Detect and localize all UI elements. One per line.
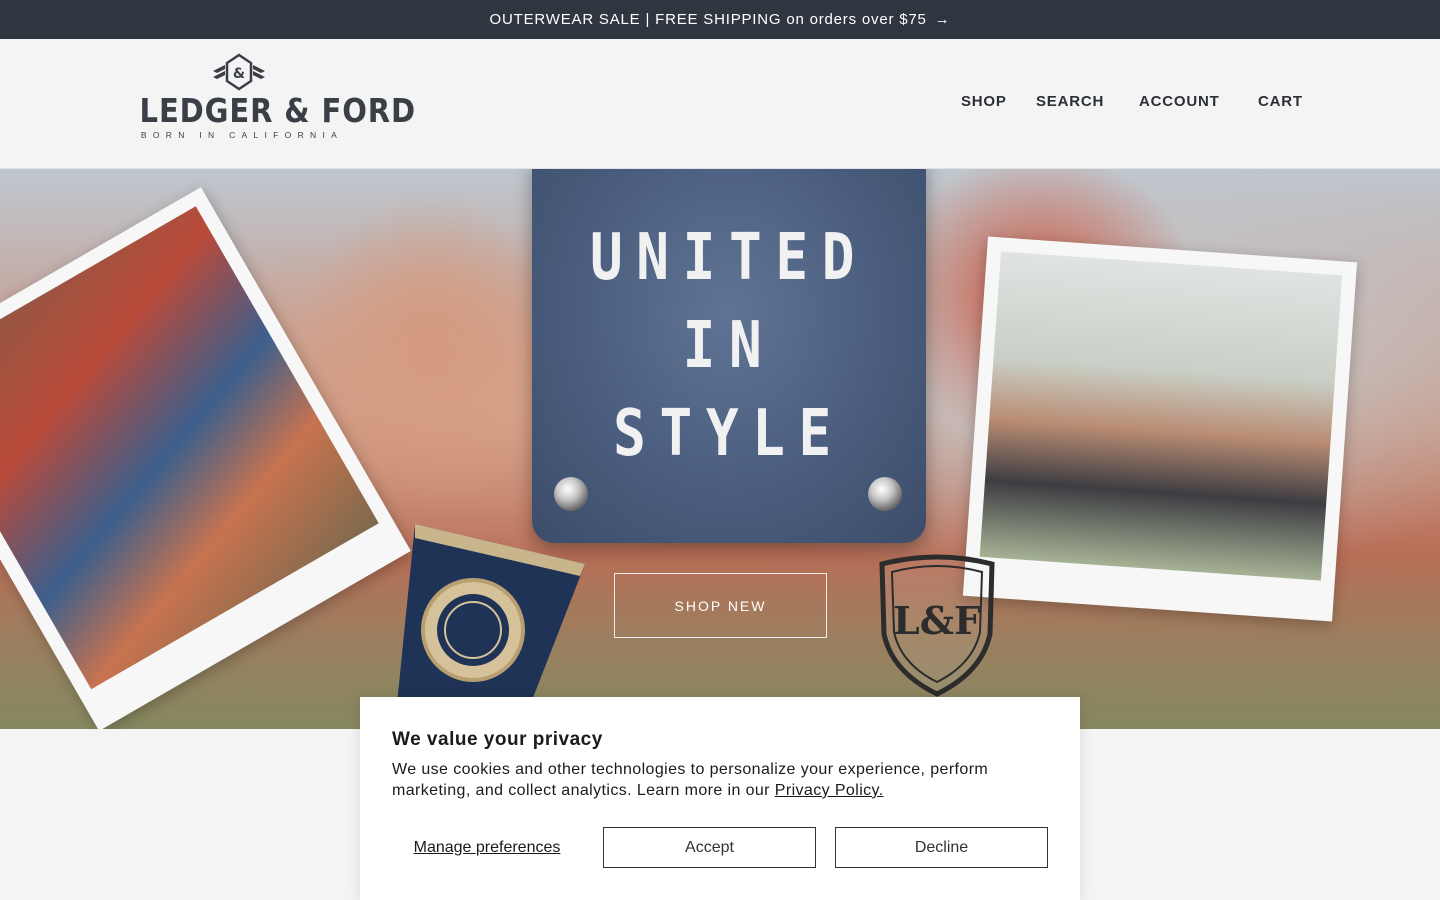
site-header: & LEDGER & FORD BORN IN CALIFORNIA SHOP … <box>0 39 1440 169</box>
nav-shop[interactable]: SHOP <box>961 93 1007 110</box>
privacy-title: We value your privacy <box>392 729 603 750</box>
brand-tagline: BORN IN CALIFORNIA <box>140 130 344 140</box>
decline-button[interactable]: Decline <box>835 827 1048 868</box>
nav-search[interactable]: SEARCH <box>1036 93 1104 110</box>
svg-text:&: & <box>233 66 245 82</box>
nav-cart[interactable]: CART <box>1258 93 1303 110</box>
announcement-text: OUTERWEAR SALE | FREE SHIPPING on orders… <box>489 11 927 28</box>
lf-shield-icon: L&F <box>879 554 995 697</box>
svg-text:L&F: L&F <box>893 598 981 643</box>
brand-name: LEDGER & FORD <box>139 91 417 130</box>
headline-line: UNITED <box>589 221 869 295</box>
headline-patch: UNITED IN STYLE <box>532 169 926 543</box>
headline-line: IN <box>682 309 776 383</box>
arrow-right-icon: → <box>934 11 951 28</box>
hero-banner: UNITED IN STYLE L&F SHOP NEW <box>0 169 1440 729</box>
rivet-icon <box>554 477 588 511</box>
privacy-policy-link[interactable]: Privacy Policy. <box>775 782 884 799</box>
monogram-emblem-icon: & <box>213 53 265 91</box>
polaroid-photo-right <box>962 236 1358 622</box>
accept-button[interactable]: Accept <box>603 827 816 868</box>
announcement-bar[interactable]: OUTERWEAR SALE | FREE SHIPPING on orders… <box>0 0 1440 39</box>
privacy-body-text: We use cookies and other technologies to… <box>392 761 989 799</box>
hero-headline: UNITED IN STYLE <box>562 214 897 478</box>
nav-account[interactable]: ACCOUNT <box>1139 93 1220 110</box>
manage-preferences-link[interactable]: Manage preferences <box>392 827 582 868</box>
brand-logo[interactable]: & LEDGER & FORD BORN IN CALIFORNIA <box>126 53 417 151</box>
shop-new-button[interactable]: SHOP NEW <box>614 573 827 638</box>
privacy-body: We use cookies and other technologies to… <box>392 759 1052 801</box>
friends-photo <box>979 251 1343 581</box>
headline-line: STYLE <box>613 397 845 471</box>
privacy-banner: We value your privacy We use cookies and… <box>360 697 1080 900</box>
rivet-icon <box>868 477 902 511</box>
